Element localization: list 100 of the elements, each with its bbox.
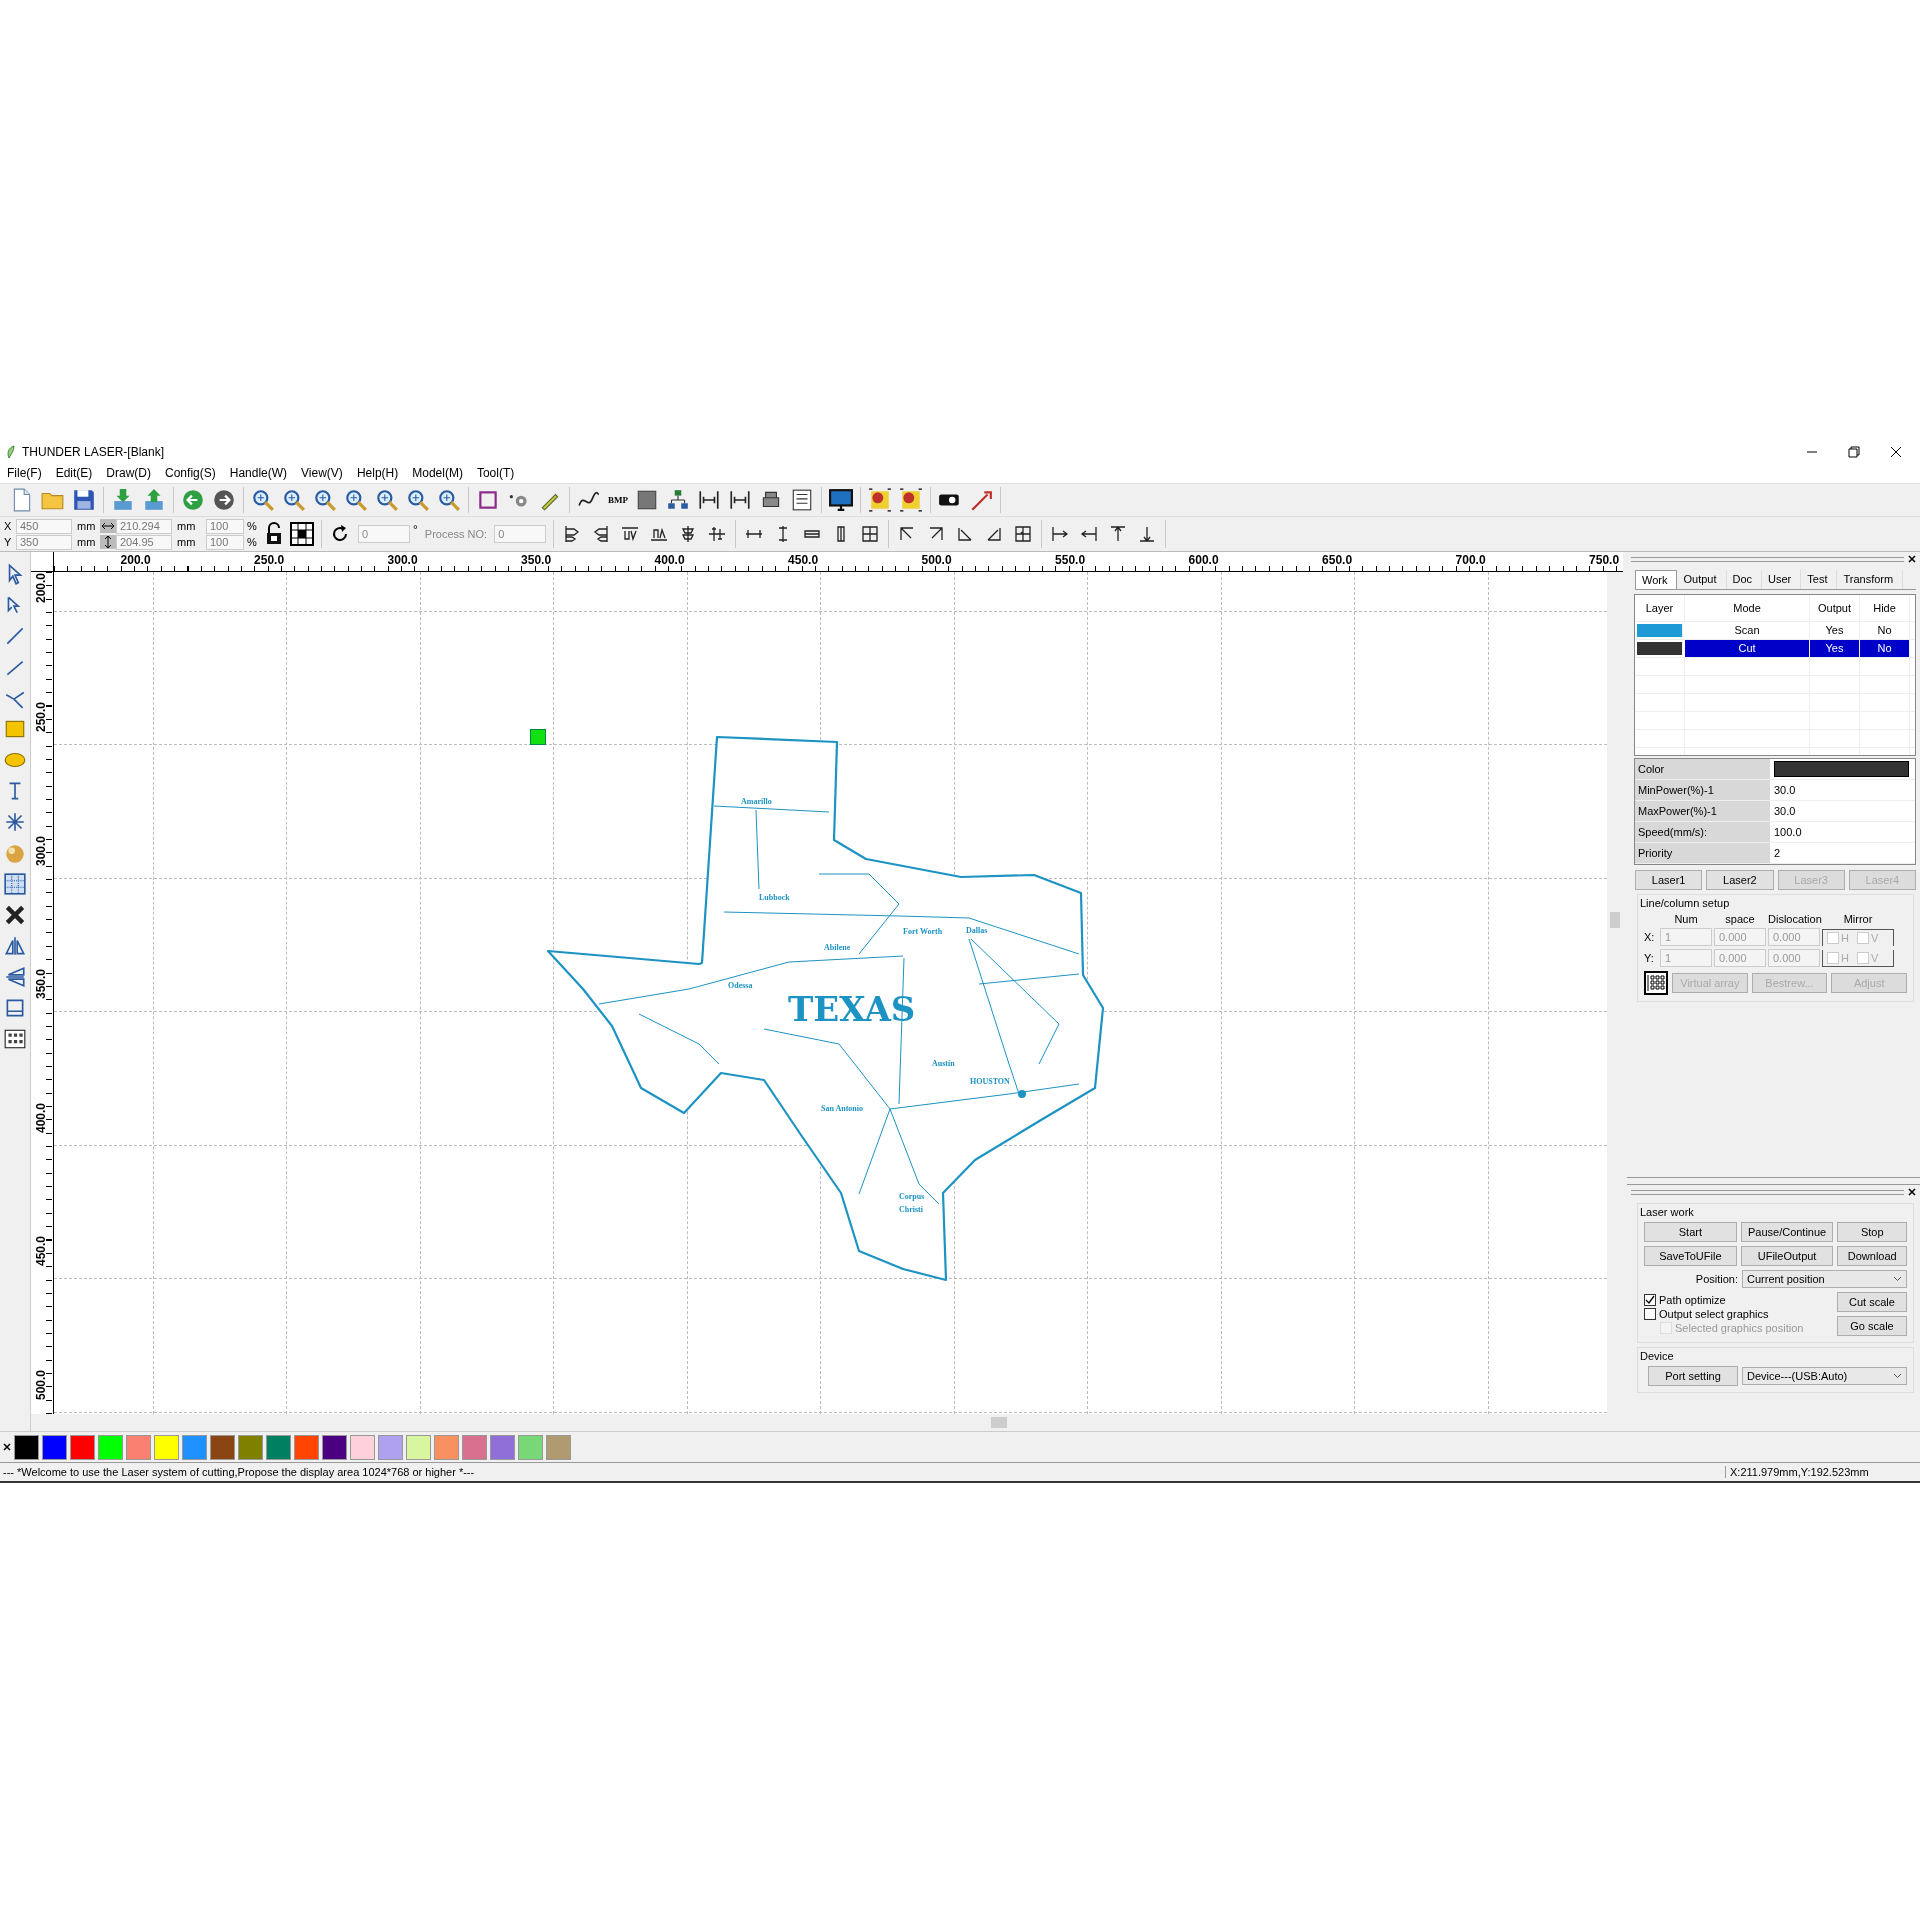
save-icon[interactable] xyxy=(72,488,96,512)
list-icon[interactable] xyxy=(790,488,814,512)
menu-item[interactable]: Edit(E) xyxy=(55,466,93,480)
table-cell[interactable]: Yes xyxy=(1810,622,1860,639)
forward-icon[interactable] xyxy=(212,488,236,512)
grid-icon[interactable] xyxy=(290,522,314,546)
selection-handle[interactable] xyxy=(530,729,546,745)
laser-work-button[interactable]: Start xyxy=(1644,1222,1737,1242)
rectangle-icon[interactable] xyxy=(476,488,500,512)
palette-swatch[interactable] xyxy=(126,1434,151,1460)
option-checkbox[interactable] xyxy=(1644,1308,1656,1320)
palette-swatch[interactable] xyxy=(238,1434,263,1460)
palette-swatch[interactable] xyxy=(434,1434,459,1460)
delete-icon[interactable] xyxy=(3,903,27,927)
scale-field[interactable]: 100 xyxy=(206,534,244,550)
position-field[interactable]: 450 xyxy=(16,518,72,534)
mirror-icon[interactable] xyxy=(3,965,27,989)
import-icon[interactable] xyxy=(111,488,135,512)
zoom-icon[interactable] xyxy=(251,488,275,512)
layer-color-swatch[interactable] xyxy=(1637,642,1683,655)
palette-swatch[interactable] xyxy=(154,1434,179,1460)
menu-item[interactable]: View(V) xyxy=(301,466,343,480)
distribute-icon[interactable] xyxy=(728,488,752,512)
property-value[interactable]: 30.0 xyxy=(1770,780,1915,800)
property-value[interactable]: 100.0 xyxy=(1770,822,1915,842)
port-setting-button[interactable]: Port setting xyxy=(1648,1366,1738,1386)
distribute-icon[interactable] xyxy=(697,488,721,512)
palette-swatch[interactable] xyxy=(378,1434,403,1460)
property-value[interactable]: 2 xyxy=(1770,843,1915,863)
table-cell[interactable]: Scan xyxy=(1685,622,1810,639)
palette-swatch[interactable] xyxy=(42,1434,67,1460)
zoom-icon[interactable] xyxy=(406,488,430,512)
laser-work-button[interactable]: Download xyxy=(1837,1246,1907,1266)
table-cell[interactable]: No xyxy=(1860,640,1910,657)
square-icon[interactable] xyxy=(635,488,659,512)
laser-button[interactable]: Laser2 xyxy=(1706,870,1774,890)
palette-swatch[interactable] xyxy=(266,1434,291,1460)
laser-pointer-icon[interactable] xyxy=(969,488,993,512)
zoom-icon[interactable] xyxy=(375,488,399,512)
scale-field[interactable]: 100 xyxy=(206,518,244,534)
palette-swatch[interactable] xyxy=(350,1434,375,1460)
lock-icon[interactable] xyxy=(265,522,283,546)
close-icon[interactable] xyxy=(3,1443,11,1451)
scale-button[interactable]: Cut scale xyxy=(1837,1292,1907,1312)
laser-work-button[interactable]: UFileOutput xyxy=(1740,1246,1834,1266)
menu-item[interactable]: Draw(D) xyxy=(106,466,152,480)
zoom-out-icon[interactable] xyxy=(313,488,337,512)
table-cell[interactable]: No xyxy=(1860,622,1910,639)
node-grid-icon[interactable] xyxy=(899,488,923,512)
palette-swatch[interactable] xyxy=(546,1434,571,1460)
close-icon[interactable] xyxy=(1890,446,1902,458)
palette-swatch[interactable] xyxy=(406,1434,431,1460)
close-icon[interactable] xyxy=(1908,555,1916,563)
size-field[interactable]: 204.95 xyxy=(116,534,172,550)
array-grid-icon[interactable] xyxy=(1644,971,1668,995)
mirror-checkbox[interactable] xyxy=(1856,951,1869,964)
palette-swatch[interactable] xyxy=(322,1434,347,1460)
mirror-checkbox[interactable] xyxy=(1827,951,1839,964)
property-value[interactable]: 30.0 xyxy=(1770,801,1915,821)
menu-item[interactable]: Model(M) xyxy=(412,466,463,480)
mirror-icon[interactable] xyxy=(3,934,27,958)
palette-swatch[interactable] xyxy=(210,1434,235,1460)
grid-icon[interactable] xyxy=(3,872,27,896)
laser-work-button[interactable]: SaveToUFile xyxy=(1644,1246,1737,1266)
rotation-field[interactable]: 0 xyxy=(358,525,410,543)
table-cell[interactable]: Yes xyxy=(1810,640,1860,657)
palette-swatch[interactable] xyxy=(182,1434,207,1460)
node-grid-icon[interactable] xyxy=(868,488,892,512)
option-checkbox[interactable] xyxy=(1644,1294,1656,1306)
palette-swatch[interactable] xyxy=(14,1434,39,1460)
drawing-canvas[interactable]: TEXAS Amarillo Lubbock Abilene Fort Worth Dallas Odessa Austin HOUSTON San Antonio Corpus Christi xyxy=(54,572,1607,1414)
laser-work-button[interactable]: Stop xyxy=(1837,1222,1907,1242)
palette-swatch[interactable] xyxy=(462,1434,487,1460)
menu-item[interactable]: File(F) xyxy=(7,466,42,480)
menu-item[interactable]: Tool(T) xyxy=(476,466,515,480)
color-swatch[interactable] xyxy=(1774,761,1909,777)
position-field[interactable]: 350 xyxy=(16,534,72,550)
zoom-in-icon[interactable] xyxy=(282,488,306,512)
palette-swatch[interactable] xyxy=(98,1434,123,1460)
palette-swatch[interactable] xyxy=(294,1434,319,1460)
back-icon[interactable] xyxy=(181,488,205,512)
monitor-icon[interactable] xyxy=(829,488,853,512)
array-icon[interactable] xyxy=(3,1027,27,1051)
scale-button[interactable]: Go scale xyxy=(1837,1316,1907,1336)
size-field[interactable]: 210.294 xyxy=(116,518,172,534)
mirror-checkbox[interactable] xyxy=(1856,931,1869,944)
laser-button[interactable]: Laser1 xyxy=(1635,870,1703,890)
star-icon[interactable] xyxy=(3,810,27,834)
palette-swatch[interactable] xyxy=(518,1434,543,1460)
layer-color-swatch[interactable] xyxy=(1637,624,1683,637)
palette-swatch[interactable] xyxy=(70,1434,95,1460)
panel-tab[interactable]: Work xyxy=(1635,570,1678,589)
palette-swatch[interactable] xyxy=(490,1434,515,1460)
position-dropdown[interactable]: Current position xyxy=(1742,1270,1907,1288)
close-icon[interactable] xyxy=(1908,1188,1916,1196)
bitmap-button[interactable]: BMP xyxy=(608,495,628,505)
table-cell[interactable]: Cut xyxy=(1685,640,1810,657)
zoom-icon[interactable] xyxy=(437,488,461,512)
zoom-page-icon[interactable] xyxy=(344,488,368,512)
laser-work-button[interactable]: Pause/Continue xyxy=(1740,1222,1834,1242)
